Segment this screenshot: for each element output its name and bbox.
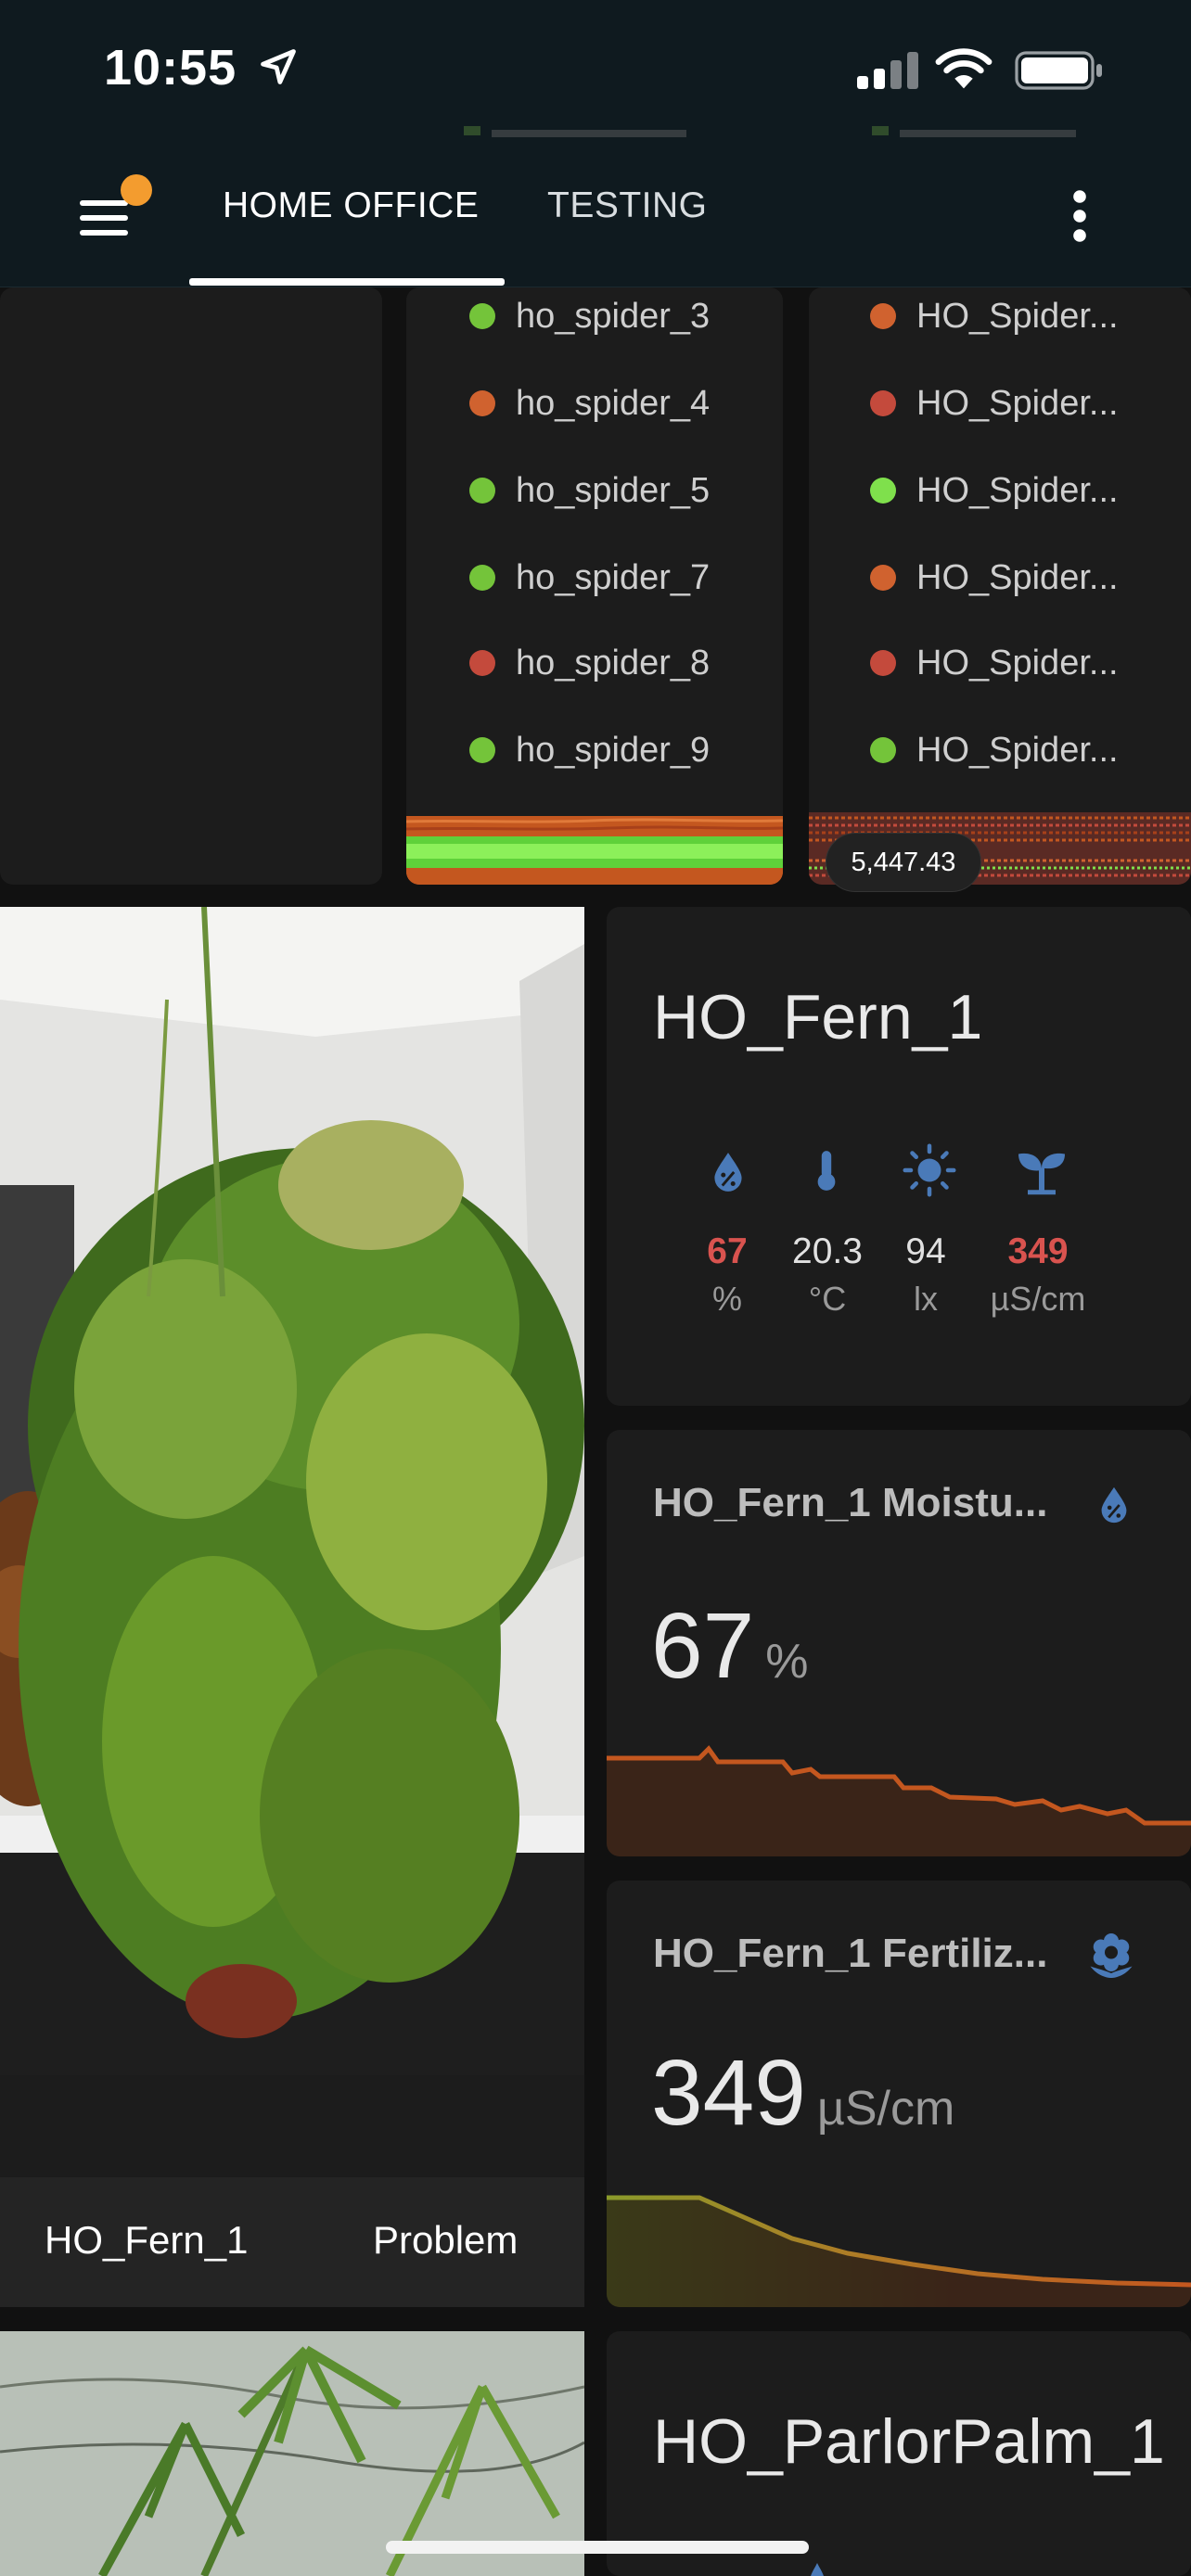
list-item[interactable]: HO_Spider... — [870, 555, 1119, 601]
list-item-label: ho_spider_3 — [516, 296, 711, 336]
list-item-label: HO_Spider... — [916, 296, 1119, 336]
list-item[interactable]: ho_spider_8 — [469, 640, 710, 686]
status-dot — [469, 650, 495, 676]
sensor-unit: µS/cm — [990, 1280, 1086, 1318]
card-left-empty — [0, 287, 382, 885]
sensor-value: 67 — [707, 1231, 748, 1271]
sensor-conductivity[interactable]: 349 µS/cm — [968, 1231, 1108, 1319]
sensor-moisture[interactable]: 67 % — [672, 1231, 783, 1319]
notification-badge — [121, 174, 152, 206]
list-item-label: HO_Spider... — [916, 730, 1119, 770]
status-dot — [870, 565, 896, 591]
status-dot — [870, 737, 896, 763]
sensor-card-value: 349 µS/cm — [651, 2040, 954, 2147]
plant-photo-parlor-palm[interactable] — [0, 2331, 584, 2576]
sensor-value: 349 — [1007, 1231, 1069, 1271]
list-item-label: HO_Spider... — [916, 383, 1119, 423]
plant-card-parlor-palm[interactable]: HO_ParlorPalm_1 — [607, 2331, 1191, 2576]
status-dot — [870, 303, 896, 329]
list-item-label: ho_spider_4 — [516, 383, 711, 423]
history-graph[interactable] — [406, 816, 783, 885]
list-item-label: HO_Spider... — [916, 470, 1119, 510]
sensor-card-title: HO_Fern_1 Fertiliz... — [653, 1931, 1048, 1976]
status-dot — [469, 478, 495, 504]
list-item-label: ho_spider_5 — [516, 470, 711, 510]
list-item[interactable]: HO_Spider... — [870, 380, 1119, 427]
list-item[interactable]: ho_spider_3 — [469, 293, 710, 339]
value-unit: % — [765, 1635, 809, 1689]
graph-tooltip: 5,447.43 — [826, 833, 981, 892]
scrolled-content-edge — [464, 126, 1076, 137]
status-dot — [870, 650, 896, 676]
tab-testing[interactable]: TESTING — [547, 185, 708, 226]
photo-plant-name: HO_Fern_1 — [45, 2218, 249, 2262]
value-number: 349 — [651, 2041, 806, 2145]
location-arrow-icon — [261, 49, 296, 84]
list-item[interactable]: HO_Spider... — [870, 293, 1119, 339]
sensor-temperature[interactable]: 20.3 °C — [772, 1231, 883, 1319]
sensor-value: 94 — [905, 1231, 946, 1271]
list-item-label: ho_spider_7 — [516, 557, 711, 597]
moisture-icon — [811, 2563, 824, 2576]
status-dot — [469, 390, 495, 416]
status-dot — [469, 565, 495, 591]
active-tab-indicator — [189, 278, 505, 286]
sun-icon — [903, 1143, 956, 1197]
list-item[interactable]: ho_spider_5 — [469, 467, 710, 514]
moisture-sensor-card[interactable]: HO_Fern_1 Moistu... 67% — [607, 1430, 1191, 1856]
flower-icon — [1090, 1933, 1133, 1978]
plant-card-title: HO_ParlorPalm_1 — [653, 2406, 1165, 2477]
list-item[interactable]: ho_spider_4 — [469, 380, 710, 427]
list-item-label: ho_spider_9 — [516, 730, 711, 770]
sensor-unit: lx — [914, 1280, 938, 1318]
list-item-label: ho_spider_8 — [516, 643, 711, 682]
status-bar: 10:55 — [0, 0, 1191, 139]
tab-home-office[interactable]: HOME OFFICE — [223, 185, 479, 226]
battery-icon — [1015, 51, 1102, 90]
sensor-illuminance[interactable]: 94 lx — [870, 1231, 981, 1319]
parlor-palm-image — [0, 2331, 584, 2576]
fern-image — [0, 907, 584, 2075]
cellular-signal-icon — [857, 52, 918, 89]
more-options-icon[interactable] — [1063, 184, 1096, 249]
plant-photo-fern[interactable] — [0, 907, 584, 2075]
fertility-trend-graph — [607, 2195, 1191, 2307]
list-item-label: HO_Spider... — [916, 643, 1119, 682]
value-number: 67 — [651, 1594, 755, 1698]
sprout-icon — [1018, 1153, 1065, 1195]
status-dot — [870, 390, 896, 416]
sensor-card-title: HO_Fern_1 Moistu... — [653, 1480, 1048, 1525]
moisture-icon — [1101, 1486, 1127, 1524]
sensor-card-value: 67% — [651, 1593, 808, 1700]
status-dot — [870, 478, 896, 504]
list-item[interactable]: HO_Spider... — [870, 727, 1119, 773]
home-indicator[interactable] — [386, 2541, 809, 2554]
list-item-label: HO_Spider... — [916, 557, 1119, 597]
thermometer-icon — [817, 1151, 836, 1191]
fertility-sensor-card[interactable]: HO_Fern_1 Fertiliz... 349 µS/cm — [607, 1881, 1191, 2307]
spider-history-card-left[interactable]: ho_spider_3 ho_spider_4 ho_spider_5 ho_s… — [406, 287, 783, 885]
photo-plant-status: Problem — [373, 2218, 519, 2262]
value-unit: µS/cm — [816, 2082, 955, 2136]
sensor-unit: °C — [808, 1280, 847, 1318]
moisture-trend-graph — [607, 1745, 1191, 1856]
moisture-icon — [714, 1153, 742, 1192]
status-dot — [469, 303, 495, 329]
list-item[interactable]: ho_spider_7 — [469, 555, 710, 601]
plant-card-title: HO_Fern_1 — [653, 982, 983, 1052]
plant-card-fern[interactable]: HO_Fern_1 67 % 20.3 °C 94 lx 349 µS/cm — [607, 907, 1191, 1406]
list-item[interactable]: HO_Spider... — [870, 640, 1119, 686]
list-item[interactable]: ho_spider_9 — [469, 727, 710, 773]
list-item[interactable]: HO_Spider... — [870, 467, 1119, 514]
app-header: HOME OFFICE TESTING — [0, 126, 1191, 287]
sensor-value: 20.3 — [792, 1231, 863, 1271]
status-dot — [469, 737, 495, 763]
wifi-icon — [935, 48, 992, 89]
sensor-unit: % — [711, 1280, 742, 1318]
status-time: 10:55 — [104, 40, 237, 96]
spider-history-card-right[interactable]: HO_Spider... HO_Spider... HO_Spider... H… — [809, 287, 1191, 885]
